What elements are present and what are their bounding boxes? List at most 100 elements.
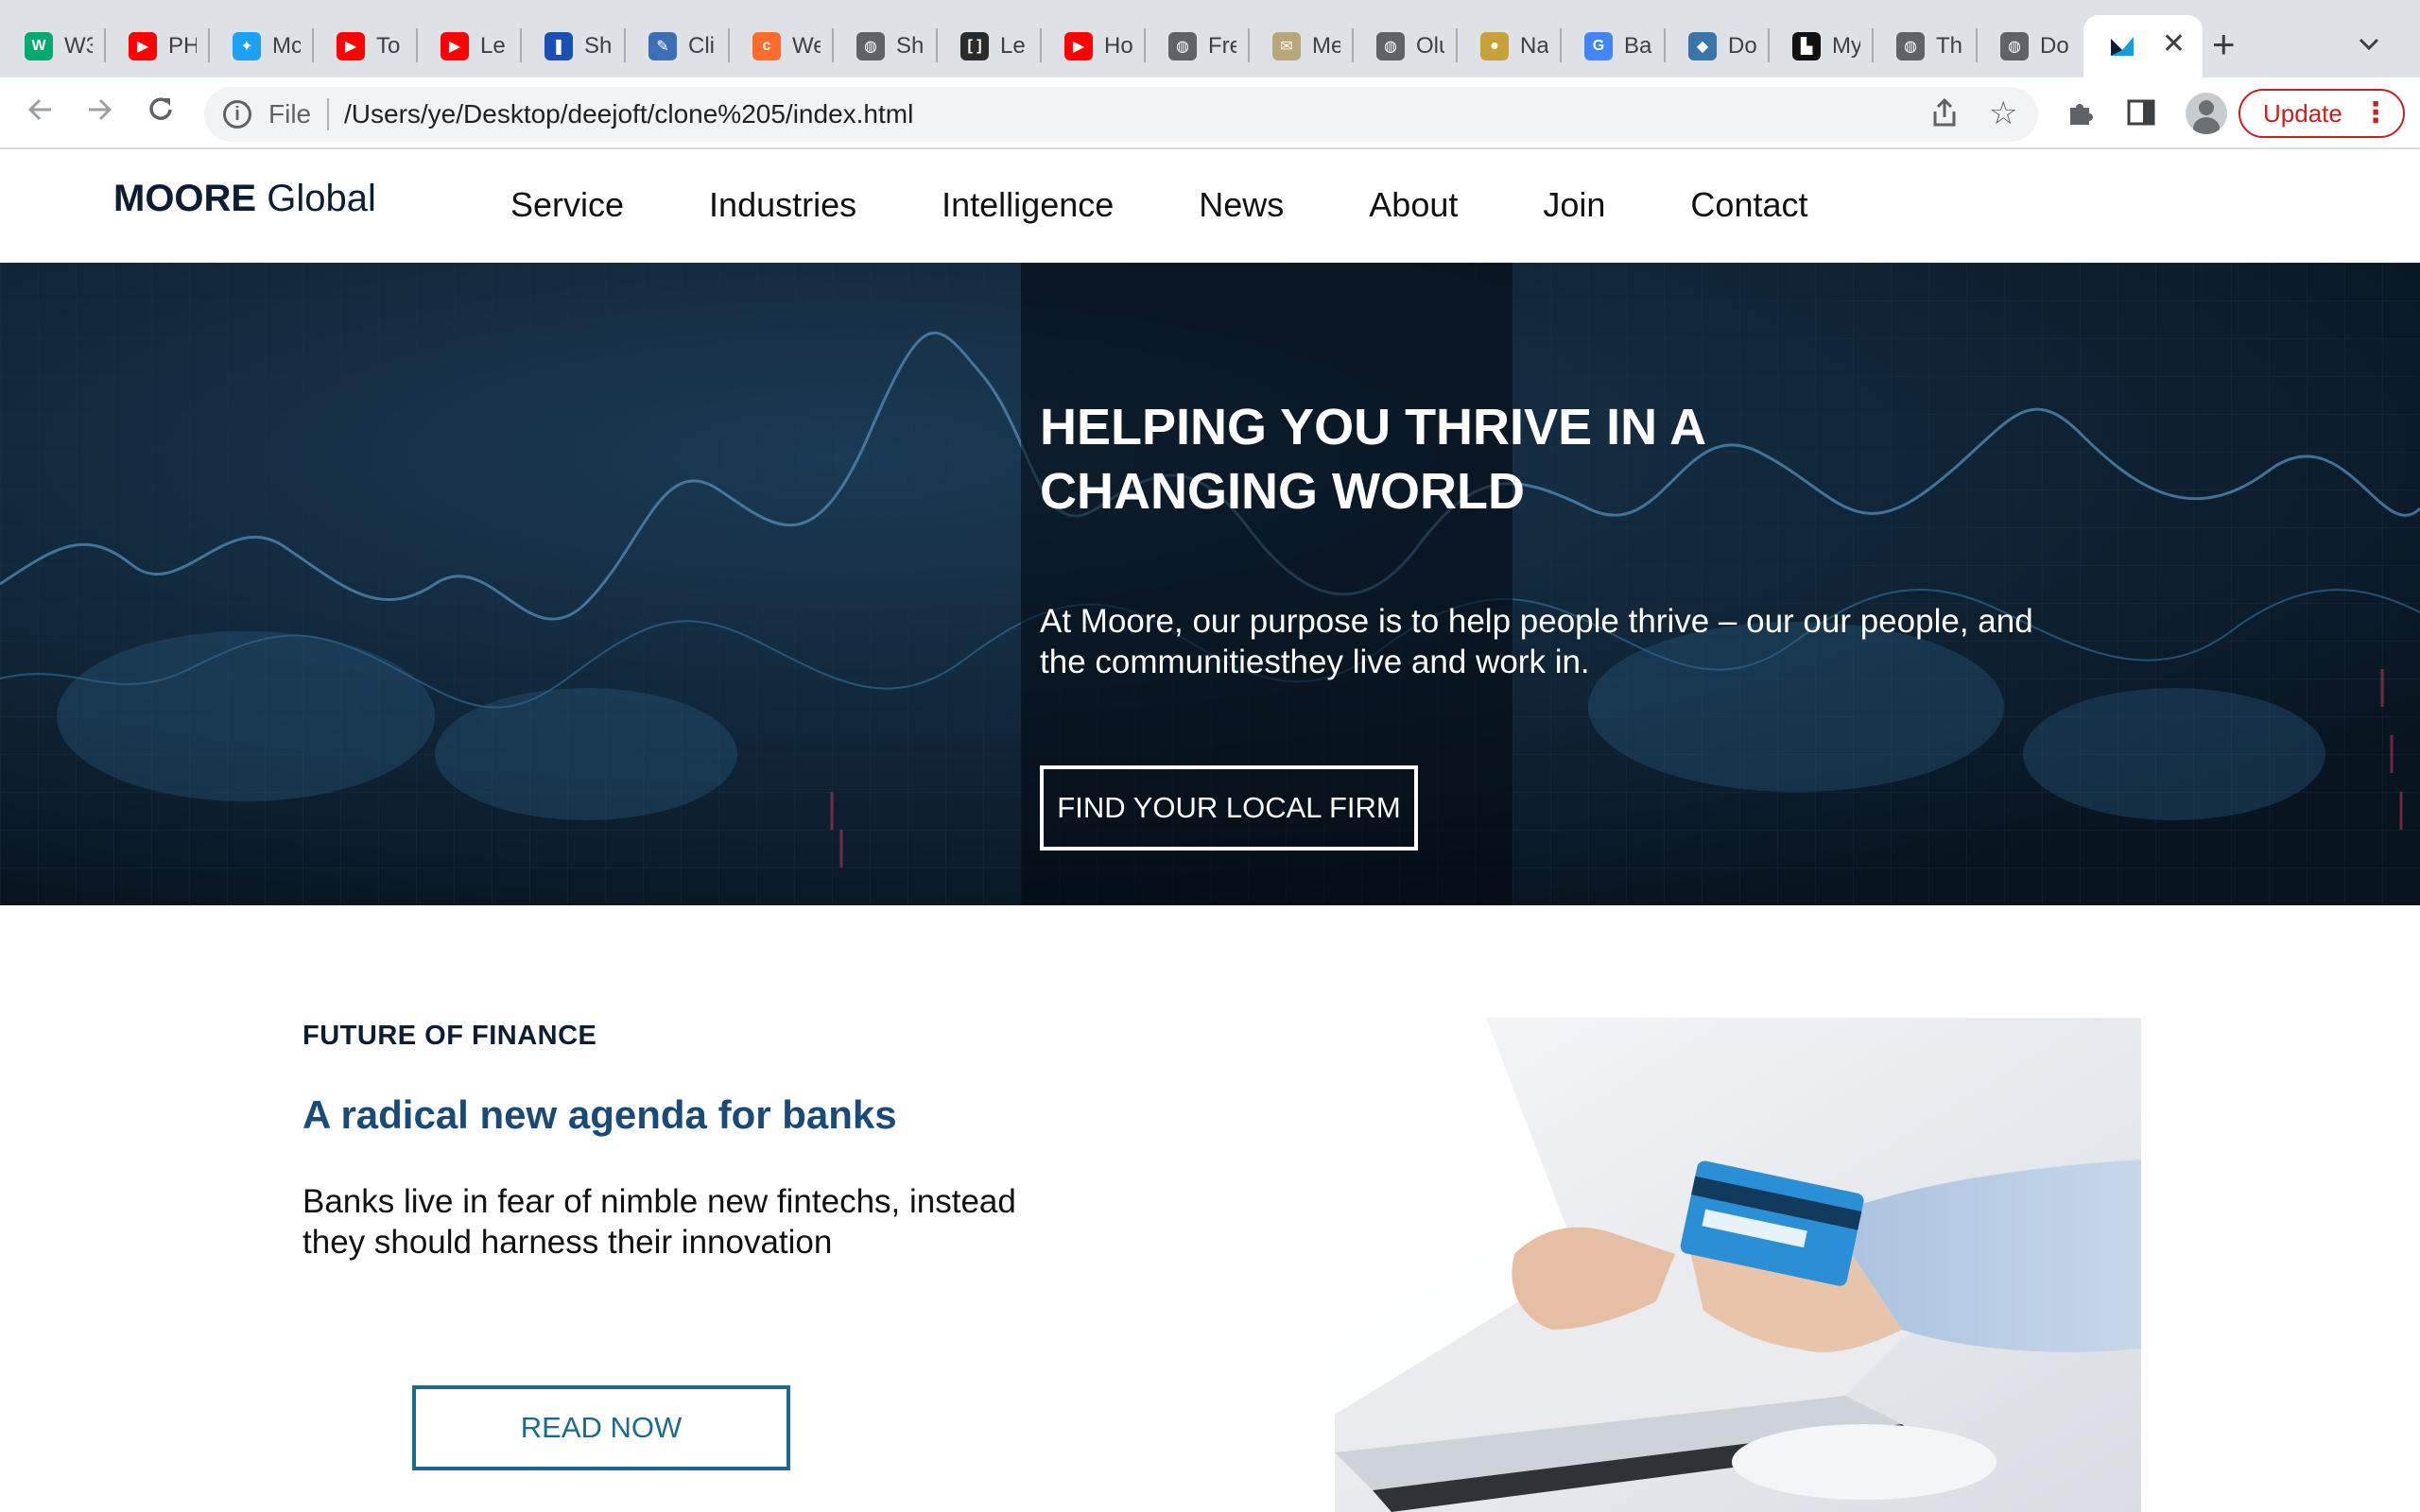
browser-tab[interactable]: ● Na <box>1456 15 1560 77</box>
omnibox-divider <box>327 98 329 130</box>
nav-service[interactable]: Service <box>510 185 624 225</box>
moore-logo-icon <box>2108 32 2136 60</box>
tab-title: Mc <box>272 33 301 59</box>
w3schools-icon: W <box>25 32 53 60</box>
tab-separator <box>208 28 210 62</box>
logo-suffix: Global <box>256 178 376 219</box>
tab-title: Na <box>1520 33 1548 59</box>
browser-tab[interactable]: ▶ Ho <box>1040 15 1144 77</box>
nav-intelligence[interactable]: Intelligence <box>942 185 1114 225</box>
browser-toolbar: i File /Users/ye/Desktop/deejoft/clone%2… <box>0 77 2420 149</box>
tab-separator <box>1976 28 1978 62</box>
browser-tab[interactable]: ✎ Cli <box>624 15 728 77</box>
tab-title: My <box>1832 33 1860 59</box>
tab-separator <box>416 28 418 62</box>
address-bar[interactable]: i File /Users/ye/Desktop/deejoft/clone%2… <box>204 87 2038 142</box>
tab-title: Me <box>1312 33 1340 59</box>
scheme-label: File <box>268 99 312 129</box>
back-arrow-icon[interactable] <box>23 93 57 134</box>
browser-tab-strip: W W3 ▶ PH ✦ Mc ▶ To ▶ Le ❚ Sh ✎ Cli c We ◍ Sh [ ] Le ▶ Ho ◍ Fre… <box>0 0 2420 77</box>
youtube-icon: ▶ <box>337 32 365 60</box>
browser-tab[interactable]: [ ] Le <box>936 15 1040 77</box>
browser-tab[interactable]: ▙ My <box>1768 15 1872 77</box>
coin-icon: ● <box>1480 32 1509 60</box>
find-local-firm-button[interactable]: FIND YOUR LOCAL FIRM <box>1040 765 1418 850</box>
tab-separator <box>1248 28 1250 62</box>
google-icon: G <box>1584 32 1613 60</box>
bookmark-star-icon[interactable]: ☆ <box>1989 94 2017 132</box>
tab-separator <box>1768 28 1770 62</box>
tab-active[interactable]: ✕ <box>2083 15 2203 77</box>
read-now-button[interactable]: READ NOW <box>412 1385 790 1470</box>
browser-tab[interactable]: c We <box>728 15 832 77</box>
profile-avatar-icon[interactable] <box>2186 93 2227 134</box>
browser-tab[interactable]: ◆ Do <box>1664 15 1768 77</box>
browser-tab[interactable]: ◍ Th <box>1872 15 1976 77</box>
hero-title: HELPING YOU THRIVE IN A CHANGING WORLD <box>1040 399 1705 520</box>
nav-news[interactable]: News <box>1199 185 1284 225</box>
tab-title: Ba <box>1624 33 1652 59</box>
close-tab-icon[interactable]: ✕ <box>2162 30 2186 59</box>
browser-tab[interactable]: ▶ To <box>312 15 416 77</box>
mail-icon: ✉ <box>1272 32 1301 60</box>
site-info-icon[interactable]: i <box>223 100 251 129</box>
hero-text: At Moore, our purpose is to help people … <box>1040 603 2033 680</box>
tab-title: Sh <box>584 33 613 59</box>
tab-title: To <box>376 33 401 59</box>
browser-tab[interactable]: ▶ Le <box>416 15 520 77</box>
new-tab-button[interactable]: + <box>2212 23 2236 66</box>
article-image-laptop-card <box>1335 1018 2141 1512</box>
globe-icon: ◍ <box>856 32 885 60</box>
browser-tab[interactable]: ✉ Me <box>1248 15 1352 77</box>
nav-industries[interactable]: Industries <box>709 185 856 225</box>
tab-separator <box>1040 28 1042 62</box>
blocks-icon: ▙ <box>1792 32 1821 60</box>
nav-about[interactable]: About <box>1369 185 1458 225</box>
browser-tab[interactable]: ◍ Do <box>1976 15 2080 77</box>
youtube-icon: ▶ <box>441 32 469 60</box>
tab-title: Le <box>480 33 506 59</box>
tab-title: Th <box>1936 33 1963 59</box>
share-icon[interactable] <box>1930 96 1959 136</box>
pin-icon: ✎ <box>648 32 677 60</box>
logo-brand: MOORE <box>113 178 257 219</box>
browser-tab[interactable]: ◍ Sh <box>832 15 936 77</box>
browser-tab[interactable]: G Ba <box>1560 15 1664 77</box>
main-nav: Service Industries Intelligence News Abo… <box>510 185 1893 225</box>
tab-separator <box>1144 28 1146 62</box>
tab-title: PH <box>168 33 197 59</box>
browser-tab[interactable]: ❚ Sh <box>520 15 624 77</box>
nav-contact[interactable]: Contact <box>1690 185 1807 225</box>
tab-title: Fre <box>1208 33 1236 59</box>
tab-separator <box>1352 28 1354 62</box>
tab-search-chevron-icon[interactable] <box>2358 28 2380 59</box>
extensions-puzzle-icon[interactable] <box>2065 96 2097 135</box>
browser-tab[interactable]: ▶ PH <box>104 15 208 77</box>
article-summary: Banks live in fear of nimble new fintech… <box>302 1183 1016 1261</box>
browser-tab[interactable]: ◍ Fre <box>1144 15 1248 77</box>
nav-join[interactable]: Join <box>1543 185 1605 225</box>
tab-title: Sh <box>896 33 925 59</box>
site-header: MOORE Global Service Industries Intellig… <box>0 149 2420 263</box>
browser-tab[interactable]: W W3 <box>0 15 104 77</box>
url-text[interactable]: /Users/ye/Desktop/deejoft/clone%205/inde… <box>344 99 913 129</box>
globe-icon: ◍ <box>1896 32 1925 60</box>
site-logo[interactable]: MOORE Global <box>113 178 376 220</box>
bookmark-icon: ❚ <box>544 32 573 60</box>
cpanel-icon: c <box>752 32 781 60</box>
tab-title: Cli <box>688 33 715 59</box>
menu-kebab-icon[interactable]: ⋮ <box>2361 98 2390 129</box>
article-headline[interactable]: A radical new agenda for banks <box>302 1092 897 1138</box>
code-icon: [ ] <box>960 32 989 60</box>
tab-title: Do <box>1728 33 1756 59</box>
python-icon: ◆ <box>1688 32 1717 60</box>
update-button[interactable]: Update ⋮ <box>2238 89 2405 138</box>
tab-separator <box>1456 28 1458 62</box>
browser-tab[interactable]: ✦ Mc <box>208 15 312 77</box>
forward-arrow-icon[interactable] <box>83 93 117 134</box>
side-panel-icon[interactable] <box>2125 96 2157 135</box>
reload-icon[interactable] <box>144 93 178 134</box>
tab-title: Le <box>1000 33 1026 59</box>
browser-tab[interactable]: ◍ Olu <box>1352 15 1456 77</box>
tab-separator <box>1664 28 1666 62</box>
